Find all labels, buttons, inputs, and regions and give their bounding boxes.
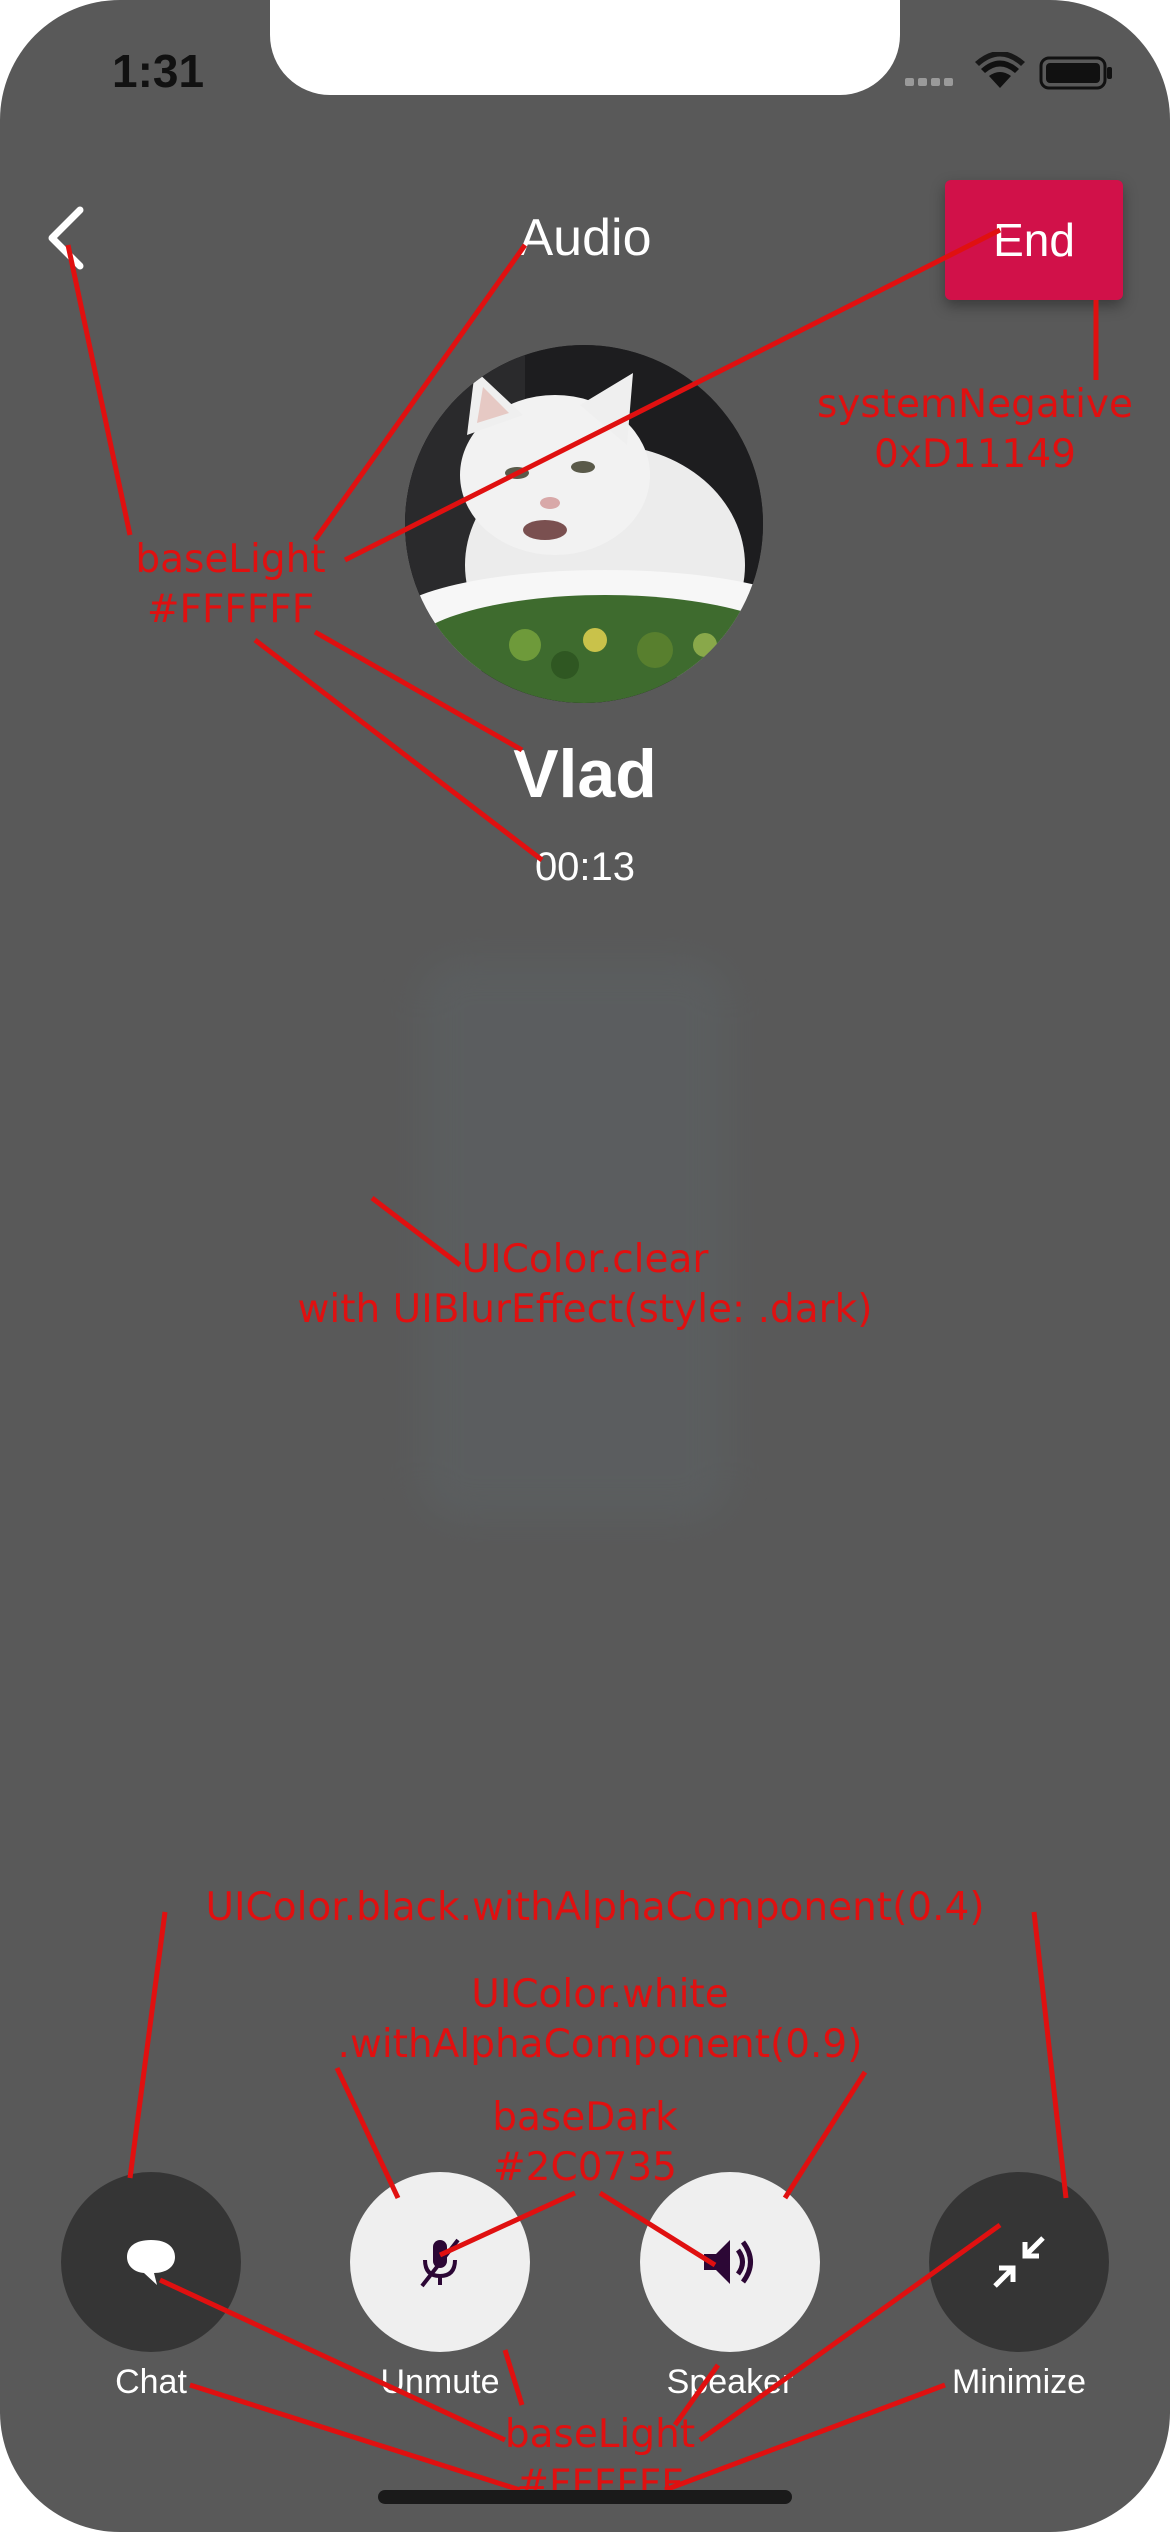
chevron-left-icon <box>48 206 84 270</box>
nav-title: Audio <box>518 209 652 267</box>
minimize-arrows-icon <box>993 2236 1045 2288</box>
speaker-icon <box>704 2240 753 2284</box>
signal-icon <box>905 78 953 86</box>
annotation-base-light-top: baseLight #FFFFFF <box>135 537 326 632</box>
minimize-label: Minimize <box>951 2363 1087 2401</box>
back-button[interactable] <box>38 200 98 275</box>
chat-label: Chat <box>115 2363 187 2401</box>
avatar-cat-image <box>405 345 763 703</box>
annotation-system-negative: systemNegative 0xD11149 <box>816 382 1134 477</box>
mic-off-icon <box>420 2238 460 2288</box>
speaker-button[interactable] <box>640 2172 820 2352</box>
call-timer: 00:13 <box>534 845 636 889</box>
status-time: 1:31 <box>112 45 205 97</box>
home-indicator <box>378 2490 792 2504</box>
notch <box>270 0 900 95</box>
caller-avatar <box>405 345 763 703</box>
caller-name: Vlad <box>513 736 657 812</box>
call-screen: 1:31 Audio End Vlad 00:13 Chat Unmute Sp… <box>0 0 1170 2532</box>
annotation-blur-effect: UIColor.clear with UIBlurEffect(style: .… <box>297 1237 873 1332</box>
annotation-base-dark: baseDark #2C0735 <box>492 2095 678 2190</box>
status-icons <box>905 52 1112 90</box>
wifi-icon <box>975 52 1025 88</box>
unmute-label: Unmute <box>380 2363 500 2401</box>
annotation-black-alpha: UIColor.black.withAlphaComponent(0.4) <box>205 1885 985 1930</box>
annotation-white-alpha: UIColor.white .withAlphaComponent(0.9) <box>337 1972 863 2067</box>
chat-button[interactable] <box>61 2172 241 2352</box>
minimize-button[interactable] <box>929 2172 1109 2352</box>
unmute-button[interactable] <box>350 2172 530 2352</box>
speaker-label: Speaker <box>666 2363 794 2401</box>
battery-icon <box>1039 56 1112 90</box>
chat-bubble-icon <box>127 2240 175 2285</box>
end-call-button[interactable]: End <box>945 180 1123 300</box>
